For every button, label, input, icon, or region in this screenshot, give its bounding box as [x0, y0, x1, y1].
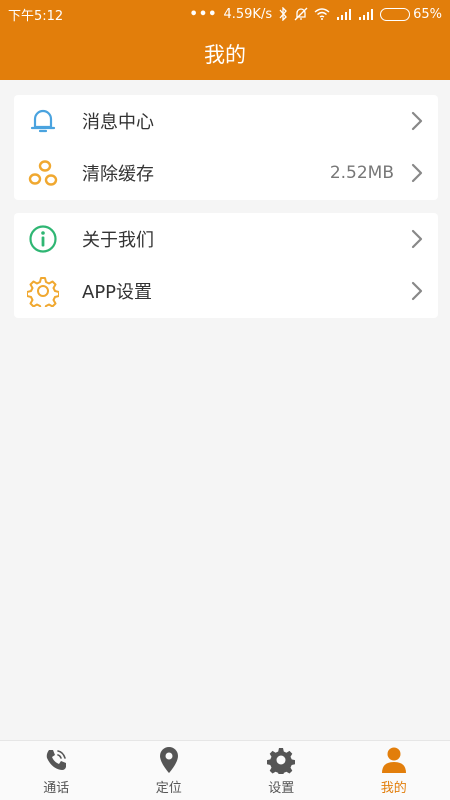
page-title: 我的	[204, 43, 246, 67]
status-time: 下午5:12	[8, 8, 64, 24]
message-center-label: 消息中心	[82, 112, 154, 133]
location-pin-icon	[155, 746, 183, 774]
menu-group-2: 关于我们 APP设置	[14, 213, 438, 318]
app-settings-item[interactable]: APP设置	[14, 265, 438, 317]
tab-mine[interactable]: 我的	[338, 741, 450, 800]
chevron-right-icon	[406, 228, 428, 250]
message-center-item[interactable]: 消息中心	[14, 95, 438, 147]
battery-indicator: 65%	[380, 7, 442, 22]
settings-gear-icon	[267, 746, 296, 774]
clear-cache-item[interactable]: 清除缓存 2.52MB	[14, 147, 438, 199]
menu-group-1: 消息中心 清除缓存 2.52MB	[14, 95, 438, 200]
bell-icon	[26, 104, 60, 138]
bottom-tab-bar: 通话 定位 设置 我的	[0, 740, 450, 800]
bluetooth-icon	[278, 7, 288, 21]
person-icon	[380, 746, 408, 774]
tab-settings-label: 设置	[268, 780, 295, 796]
about-us-item[interactable]: 关于我们	[14, 213, 438, 265]
gear-icon	[26, 274, 60, 308]
chevron-right-icon	[406, 110, 428, 132]
tab-mine-label: 我的	[380, 780, 407, 796]
clear-cache-label: 清除缓存	[82, 164, 154, 185]
phone-icon	[42, 746, 70, 774]
tab-location[interactable]: 定位	[113, 741, 226, 800]
chevron-right-icon	[406, 280, 428, 302]
status-dots: •••	[189, 6, 218, 22]
header: 我的	[0, 28, 450, 80]
battery-icon	[380, 7, 411, 21]
app-settings-label: APP设置	[82, 282, 153, 303]
chevron-right-icon	[406, 162, 428, 184]
signal-icon-2	[358, 8, 374, 20]
tab-calls[interactable]: 通话	[0, 741, 113, 800]
tab-location-label: 定位	[155, 780, 182, 796]
battery-percent: 65%	[413, 6, 442, 22]
wifi-icon	[314, 8, 330, 20]
about-us-label: 关于我们	[82, 230, 154, 251]
signal-icon-1	[336, 8, 352, 20]
cache-size: 2.52MB	[329, 163, 394, 183]
tab-calls-label: 通话	[43, 780, 70, 796]
network-speed: 4.59K/s	[223, 6, 273, 22]
clear-cache-icon	[26, 156, 60, 190]
tab-settings[interactable]: 设置	[225, 741, 338, 800]
status-bar: 下午5:12 ••• 4.59K/s 65%	[0, 0, 450, 28]
mute-bell-icon	[294, 7, 308, 21]
info-icon	[26, 222, 60, 256]
